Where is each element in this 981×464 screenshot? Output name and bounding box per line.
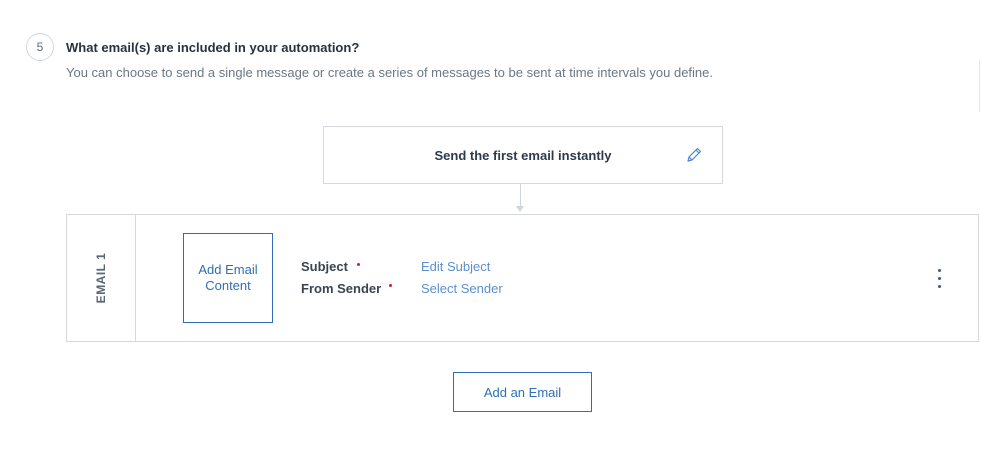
email-label: EMAIL 1: [94, 252, 108, 304]
flow-arrow-icon: [516, 206, 524, 212]
step-description: You can choose to send a single message …: [66, 65, 714, 80]
divider: [979, 60, 980, 112]
trigger-card: Send the first email instantly: [323, 126, 723, 184]
required-indicator: [389, 284, 392, 287]
edit-subject-link[interactable]: Edit Subject: [421, 259, 490, 274]
select-sender-link[interactable]: Select Sender: [421, 281, 503, 296]
trigger-text: Send the first email instantly: [434, 148, 612, 163]
flow-connector: [520, 184, 521, 208]
required-indicator: [357, 263, 360, 266]
email-card: EMAIL 1 Add Email Content Subject Edit S…: [66, 214, 979, 342]
step-number: 5: [26, 33, 54, 61]
add-email-content-button[interactable]: Add Email Content: [183, 233, 273, 323]
add-an-email-button[interactable]: Add an Email: [453, 372, 592, 412]
add-email-content-label: Add Email Content: [198, 262, 258, 293]
from-sender-label: From Sender: [301, 281, 382, 296]
pencil-icon[interactable]: [684, 145, 704, 165]
kebab-menu-icon[interactable]: [933, 265, 947, 293]
add-an-email-label: Add an Email: [483, 384, 562, 400]
step-title: What email(s) are included in your autom…: [66, 40, 360, 55]
subject-label: Subject: [301, 259, 348, 274]
email-label-column: EMAIL 1: [67, 215, 136, 341]
